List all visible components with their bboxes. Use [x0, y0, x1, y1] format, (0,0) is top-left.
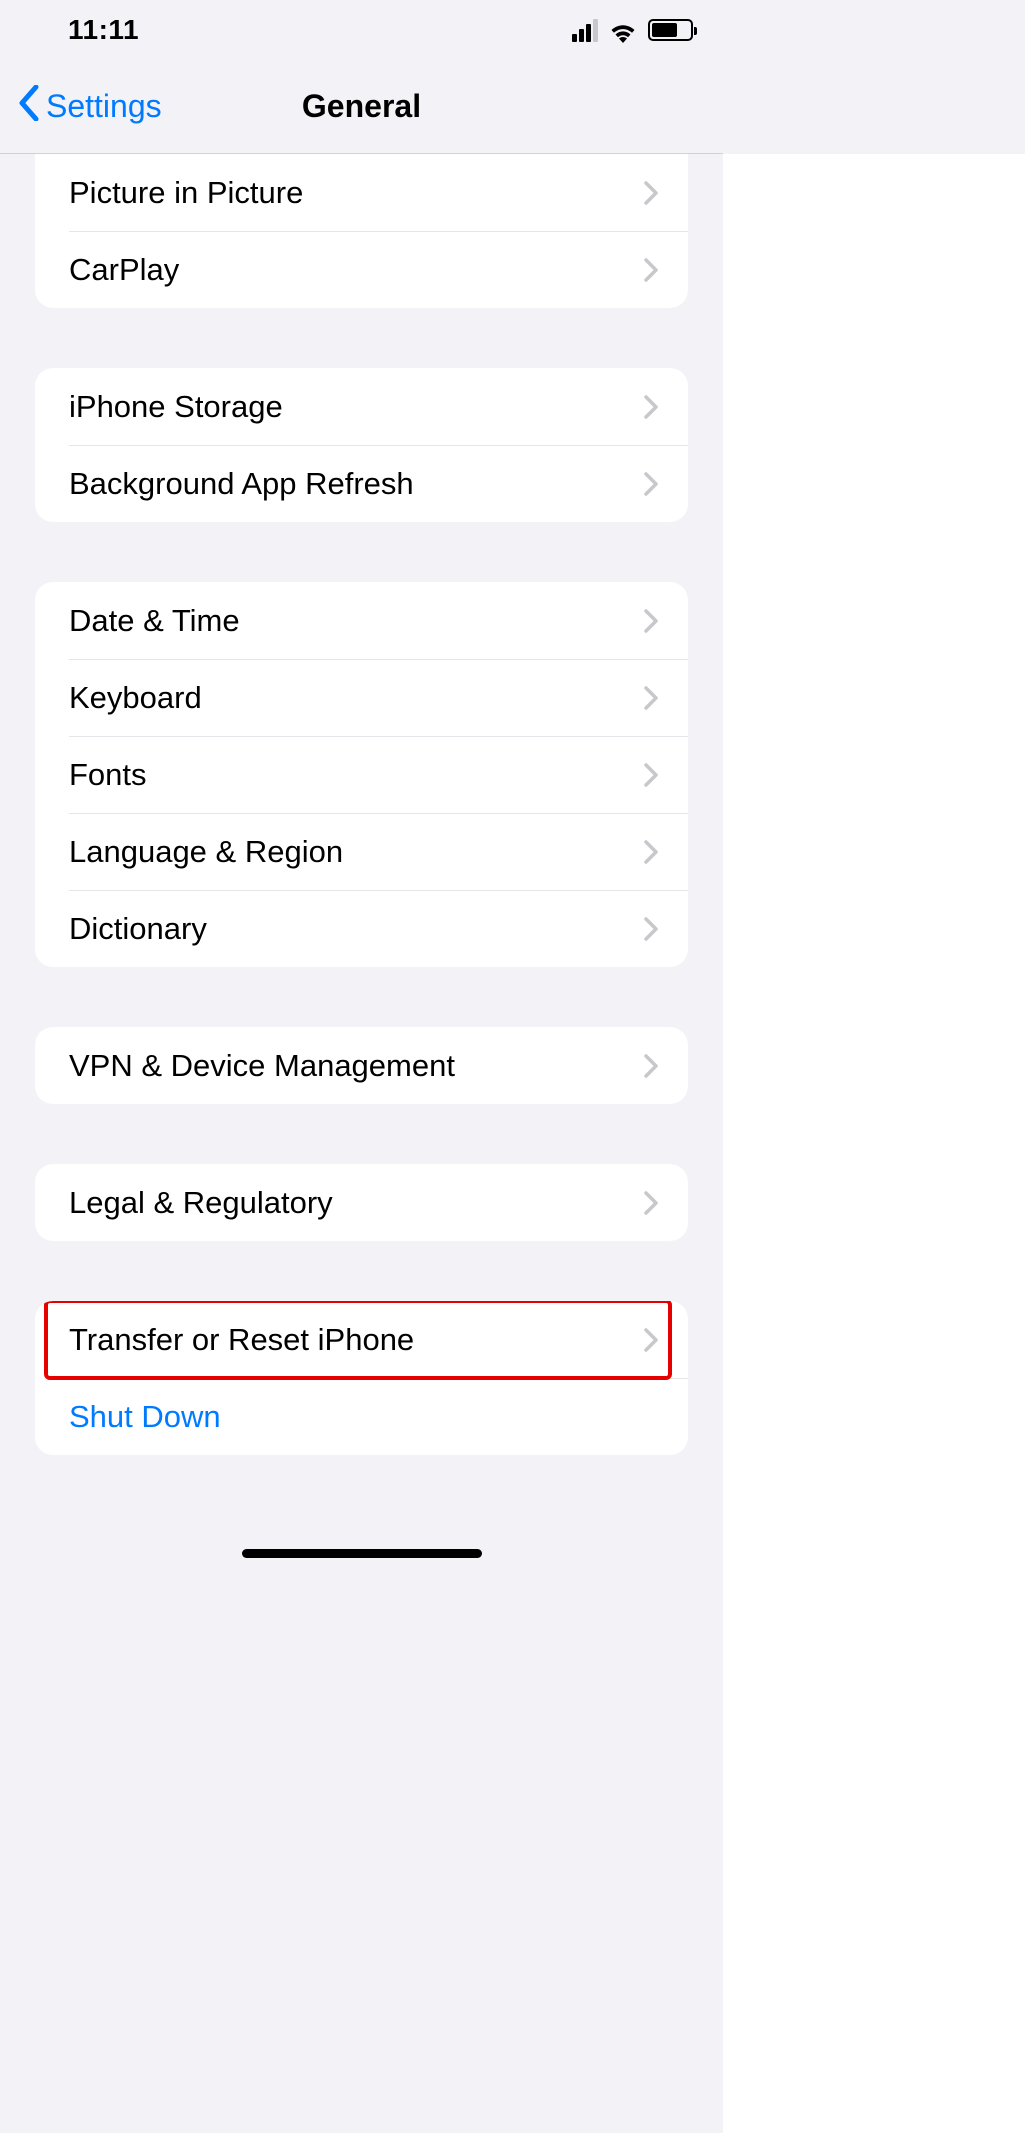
row-carplay[interactable]: CarPlay	[35, 231, 688, 308]
chevron-right-icon	[644, 1191, 658, 1215]
wifi-icon	[608, 19, 638, 41]
chevron-right-icon	[644, 763, 658, 787]
chevron-right-icon	[644, 1328, 658, 1352]
chevron-right-icon	[644, 840, 658, 864]
row-label: Date & Time	[69, 603, 240, 639]
settings-group: iPhone Storage Background App Refresh	[35, 368, 688, 522]
row-label: iPhone Storage	[69, 389, 283, 425]
battery-icon	[648, 19, 693, 41]
row-dictionary[interactable]: Dictionary	[35, 890, 688, 967]
row-label: Picture in Picture	[69, 175, 303, 211]
settings-group: Date & Time Keyboard Fonts Language & Re…	[35, 582, 688, 967]
row-transfer-reset[interactable]: Transfer or Reset iPhone	[46, 1301, 670, 1378]
chevron-right-icon	[644, 258, 658, 282]
row-legal-regulatory[interactable]: Legal & Regulatory	[35, 1164, 688, 1241]
chevron-right-icon	[644, 181, 658, 205]
row-fonts[interactable]: Fonts	[35, 736, 688, 813]
row-label: Dictionary	[69, 911, 207, 947]
row-label: Background App Refresh	[69, 466, 414, 502]
side-filler	[723, 154, 1025, 2133]
row-keyboard[interactable]: Keyboard	[35, 659, 688, 736]
row-label: Language & Region	[69, 834, 343, 870]
back-button[interactable]: Settings	[0, 85, 162, 129]
home-indicator	[242, 1549, 482, 1558]
status-indicators	[572, 19, 693, 42]
chevron-right-icon	[644, 472, 658, 496]
chevron-right-icon	[644, 686, 658, 710]
phone-frame: 11:11 Settings General Picture i	[0, 0, 723, 2133]
row-label: Shut Down	[69, 1399, 221, 1435]
row-shut-down[interactable]: Shut Down	[35, 1378, 688, 1455]
row-background-app-refresh[interactable]: Background App Refresh	[35, 445, 688, 522]
row-label: VPN & Device Management	[69, 1048, 455, 1084]
back-label: Settings	[46, 88, 162, 125]
nav-bar: Settings General	[0, 60, 723, 154]
row-language-region[interactable]: Language & Region	[35, 813, 688, 890]
row-iphone-storage[interactable]: iPhone Storage	[35, 368, 688, 445]
row-picture-in-picture[interactable]: Picture in Picture	[35, 154, 688, 231]
status-time: 11:11	[68, 14, 139, 46]
row-label: Transfer or Reset iPhone	[69, 1322, 414, 1358]
row-label: Keyboard	[69, 680, 202, 716]
cellular-icon	[572, 19, 598, 42]
settings-group: Picture in Picture CarPlay	[35, 154, 688, 308]
settings-group: VPN & Device Management	[35, 1027, 688, 1104]
row-date-time[interactable]: Date & Time	[35, 582, 688, 659]
settings-group: Legal & Regulatory	[35, 1164, 688, 1241]
chevron-right-icon	[644, 609, 658, 633]
settings-group: Transfer or Reset iPhone Shut Down	[35, 1301, 688, 1455]
row-label: Legal & Regulatory	[69, 1185, 333, 1221]
status-bar: 11:11	[0, 0, 723, 60]
chevron-right-icon	[644, 395, 658, 419]
row-vpn-device-management[interactable]: VPN & Device Management	[35, 1027, 688, 1104]
chevron-left-icon	[18, 85, 40, 129]
settings-content: Picture in Picture CarPlay iPhone Storag…	[0, 154, 723, 1495]
row-label: CarPlay	[69, 252, 179, 288]
chevron-right-icon	[644, 1054, 658, 1078]
chevron-right-icon	[644, 917, 658, 941]
row-label: Fonts	[69, 757, 147, 793]
